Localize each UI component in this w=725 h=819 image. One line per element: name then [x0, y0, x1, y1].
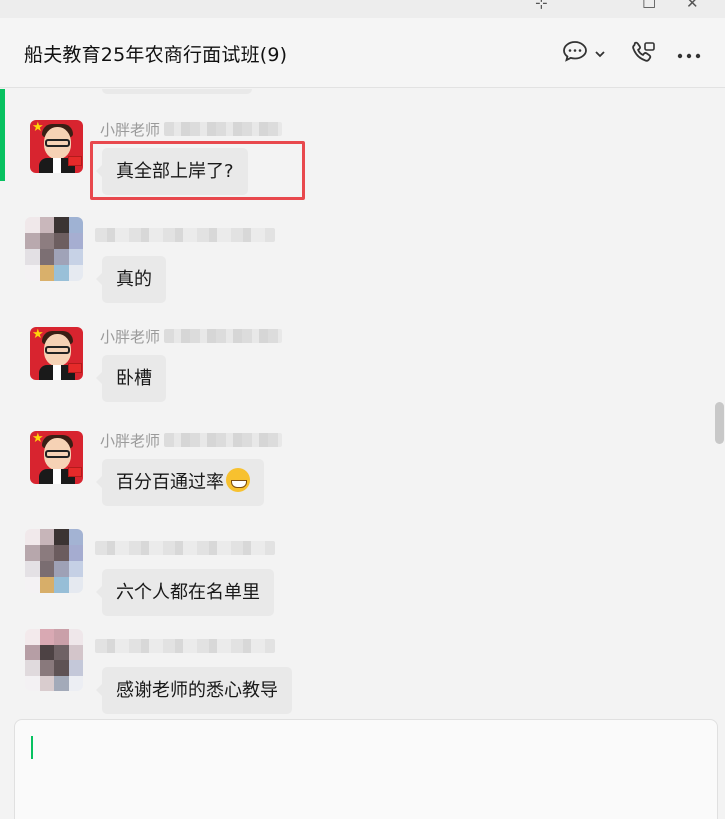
- sender-name: 小胖老师: [100, 431, 283, 450]
- grinning-face-icon: [226, 468, 250, 492]
- chat-title: 船夫教育25年农商行面试班(9): [24, 44, 288, 66]
- pin-icon[interactable]: ⊹: [535, 0, 548, 12]
- scrollbar-thumb[interactable]: [715, 402, 724, 444]
- blurred-text: [164, 329, 283, 343]
- message-bubble[interactable]: 感谢老师的悉心教导: [96, 667, 292, 714]
- message-input[interactable]: [14, 719, 718, 819]
- close-icon[interactable]: ✕: [686, 0, 699, 12]
- blurred-text: [164, 433, 283, 447]
- window-titlebar: ⊹ □ ✕: [0, 0, 725, 18]
- text-cursor: [31, 736, 33, 759]
- highlight-annotation: [90, 141, 305, 200]
- flag-icon: [68, 467, 82, 477]
- avatar[interactable]: [25, 217, 83, 281]
- message-bubble[interactable]: 真的: [96, 256, 166, 303]
- blurred-text: [164, 122, 283, 136]
- flag-icon: [68, 363, 82, 373]
- avatar[interactable]: ★: [30, 327, 83, 380]
- more-icon[interactable]: [677, 45, 701, 64]
- blurred-sender-name: [95, 639, 275, 653]
- message-bubble[interactable]: 六个人都在名单里: [96, 569, 274, 616]
- maximize-icon[interactable]: □: [642, 0, 656, 10]
- avatar[interactable]: [25, 529, 83, 593]
- chat-bubble-icon[interactable]: [562, 40, 588, 66]
- message-text: 百分百通过率: [116, 472, 224, 493]
- avatar[interactable]: [25, 629, 83, 691]
- chevron-down-icon[interactable]: [594, 44, 606, 63]
- avatar[interactable]: ★: [30, 120, 83, 173]
- video-call-icon[interactable]: [630, 40, 656, 68]
- message-list[interactable]: ★ 小胖老师 真全部上岸了? 真的 ★ 小胖老师 卧槽 ★ 小胖老师 百分百通过…: [0, 89, 725, 719]
- blurred-sender-name: [95, 541, 275, 555]
- message-bubble[interactable]: 百分百通过率: [96, 459, 264, 506]
- chat-header: 船夫教育25年农商行面试班(9): [0, 18, 725, 88]
- previous-message-bubble: [102, 89, 252, 94]
- flag-icon: [68, 156, 82, 166]
- blurred-sender-name: [95, 228, 275, 242]
- sender-name: 小胖老师: [100, 327, 283, 346]
- sender-name: 小胖老师: [100, 120, 283, 139]
- avatar[interactable]: ★: [30, 431, 83, 484]
- message-bubble[interactable]: 卧槽: [96, 355, 166, 402]
